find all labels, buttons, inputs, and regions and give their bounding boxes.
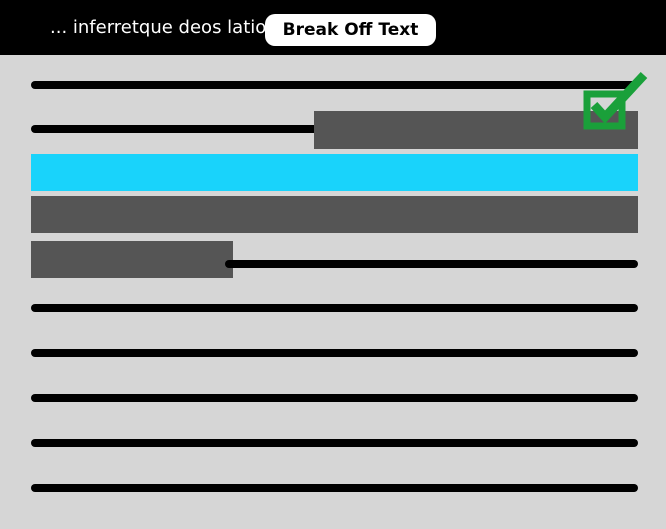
text-line	[31, 439, 638, 447]
text-line	[31, 304, 638, 312]
break-off-text-button[interactable]: Break Off Text	[265, 14, 436, 46]
text-block-full[interactable]	[31, 196, 638, 233]
highlighted-text-block[interactable]	[31, 154, 638, 191]
truncated-text-preview: ... inferretque deos latio	[50, 17, 267, 38]
text-line	[31, 81, 638, 89]
text-block-left[interactable]	[31, 241, 233, 278]
text-line	[31, 349, 638, 357]
text-line	[225, 260, 638, 268]
checkmark-in-box-icon[interactable]	[580, 70, 650, 132]
text-line	[31, 394, 638, 402]
text-line	[31, 484, 638, 492]
top-toolbar: ... inferretque deos latio Break Off Tex…	[0, 0, 666, 55]
text-line	[31, 125, 321, 133]
